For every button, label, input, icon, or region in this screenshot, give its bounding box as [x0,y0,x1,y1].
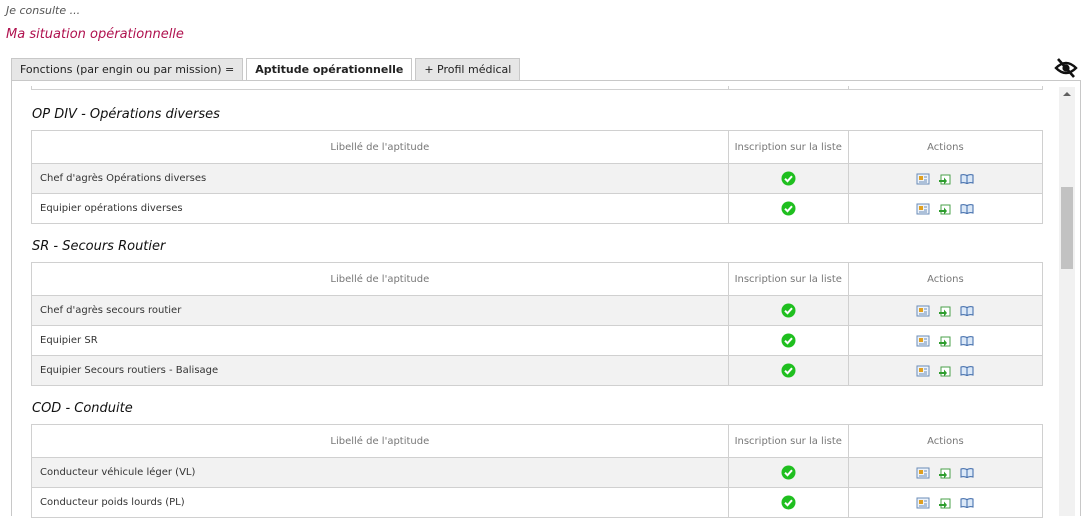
table-row: Chef d'agrès Opérations diverses [31,163,1044,194]
book-icon[interactable] [960,334,974,348]
aptitude-label: Conducteur véhicule léger (VL) [31,457,729,488]
tab-profil-medical[interactable]: + Profil médical [415,58,521,80]
table-row: Conducteur poids lourds (PL) [31,487,1044,518]
book-icon[interactable] [960,172,974,186]
scroll-thumb[interactable] [1061,187,1073,269]
inscription-cell [727,325,849,356]
check-circle-icon [781,465,796,480]
aptitude-label: Conducteur poids lourds (PL) [31,487,729,518]
column-header-label: Libellé de l'aptitude [31,424,729,458]
column-header-label: Libellé de l'aptitude [31,262,729,296]
table-header-row: Libellé de l'aptitude Inscription sur la … [31,262,1044,296]
book-icon[interactable] [960,364,974,378]
column-header-inscription: Inscription sur la liste [727,130,849,164]
aptitudes-content: OP DIV - Opérations diverses Libellé de l… [31,86,1044,518]
sections: OP DIV - Opérations diverses Libellé de l… [31,106,1044,518]
card-icon[interactable] [916,334,930,348]
table-row: Equipier opérations diverses [31,193,1044,224]
card-icon[interactable] [916,172,930,186]
export-icon[interactable] [938,466,952,480]
aptitude-table: Libellé de l'aptitude Inscription sur la … [31,424,1044,518]
aptitude-table: Libellé de l'aptitude Inscription sur la … [31,130,1044,224]
table-row: Equipier SR [31,325,1044,356]
section-title: OP DIV - Opérations diverses [32,107,220,122]
table-row: Conducteur véhicule léger (VL) [31,457,1044,488]
column-header-actions: Actions [847,130,1044,164]
tab-fonctions[interactable]: Fonctions (par engin ou par mission) = [11,58,244,80]
page-title: Ma situation opérationnelle [6,27,184,42]
tab-bar: Fonctions (par engin ou par mission) = A… [11,58,523,81]
actions-cell [847,457,1044,488]
book-icon[interactable] [960,202,974,216]
aptitude-label: Equipier Secours routiers - Balisage [31,355,729,386]
table-header-row: Libellé de l'aptitude Inscription sur la … [31,424,1044,458]
actions-cell [847,355,1044,386]
card-icon[interactable] [916,364,930,378]
column-header-inscription: Inscription sur la liste [727,262,849,296]
card-icon[interactable] [916,304,930,318]
check-circle-icon [781,171,796,186]
export-icon[interactable] [938,496,952,510]
table-row: Equipier Secours routiers - Balisage [31,355,1044,386]
book-icon[interactable] [960,466,974,480]
actions-cell [847,295,1044,326]
export-icon[interactable] [938,334,952,348]
tab-aptitude-operationnelle[interactable]: Aptitude opérationnelle [246,58,413,81]
column-header-inscription: Inscription sur la liste [727,424,849,458]
inscription-cell [727,355,849,386]
card-icon[interactable] [916,496,930,510]
inscription-cell [727,487,849,518]
book-icon[interactable] [960,304,974,318]
export-icon[interactable] [938,364,952,378]
table-row: Chef d'agrès secours routier [31,295,1044,326]
column-header-actions: Actions [847,262,1044,296]
aptitude-label: Chef d'agrès secours routier [31,295,729,326]
breadcrumb: Je consulte ... [6,4,81,17]
card-icon[interactable] [916,202,930,216]
inscription-cell [727,193,849,224]
actions-cell [847,325,1044,356]
check-circle-icon [781,201,796,216]
check-circle-icon [781,363,796,378]
export-icon[interactable] [938,202,952,216]
eye-slash-icon[interactable] [1054,57,1078,79]
check-circle-icon [781,333,796,348]
book-icon[interactable] [960,496,974,510]
section-title: SR - Secours Routier [32,239,166,254]
aptitude-label: Chef d'agrès Opérations diverses [31,163,729,194]
check-circle-icon [781,303,796,318]
column-header-label: Libellé de l'aptitude [31,130,729,164]
aptitude-label: Equipier opérations diverses [31,193,729,224]
actions-cell [847,193,1044,224]
actions-cell [847,487,1044,518]
export-icon[interactable] [938,172,952,186]
aptitude-table: Libellé de l'aptitude Inscription sur la … [31,262,1044,386]
inscription-cell [727,295,849,326]
inscription-cell [727,457,849,488]
actions-cell [847,163,1044,194]
table-header-row: Libellé de l'aptitude Inscription sur la … [31,130,1044,164]
column-header-actions: Actions [847,424,1044,458]
export-icon[interactable] [938,304,952,318]
check-circle-icon [781,495,796,510]
vertical-scrollbar[interactable] [1059,87,1075,516]
aptitude-label: Equipier SR [31,325,729,356]
inscription-cell [727,163,849,194]
card-icon[interactable] [916,466,930,480]
scroll-up-icon[interactable] [1059,87,1075,101]
section-title: COD - Conduite [32,401,133,416]
previous-table-end [31,86,1044,90]
